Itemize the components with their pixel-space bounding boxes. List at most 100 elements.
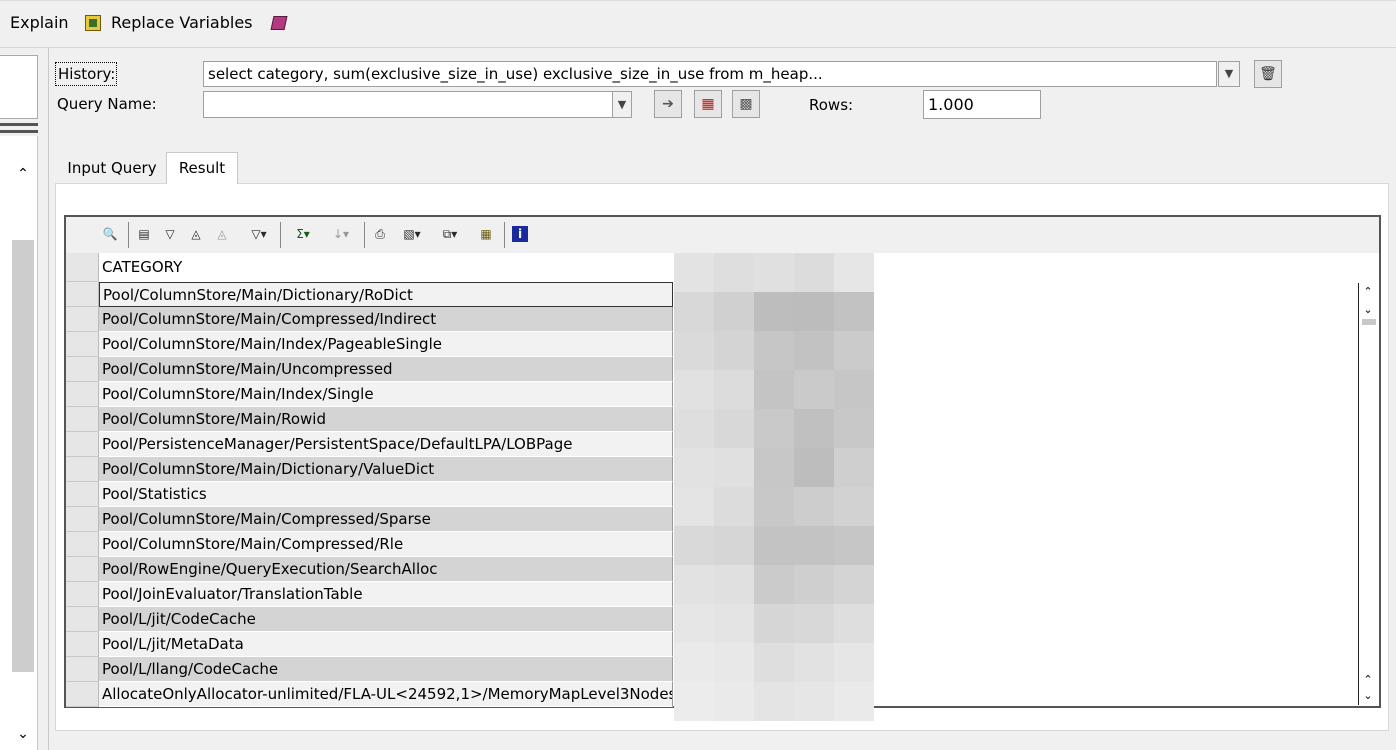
table-row[interactable]: Pool/JoinEvaluator/TranslationTable bbox=[99, 582, 673, 607]
row-header[interactable] bbox=[66, 482, 99, 507]
scrollbar-thumb[interactable] bbox=[1362, 319, 1376, 325]
binoculars-next-icon[interactable]: ◬ bbox=[214, 226, 230, 242]
row-header[interactable] bbox=[66, 457, 99, 482]
redacted-block bbox=[794, 448, 834, 487]
row-header[interactable] bbox=[66, 332, 99, 357]
redacted-block bbox=[834, 292, 874, 331]
splitter-handle[interactable] bbox=[0, 130, 38, 133]
redacted-block bbox=[674, 487, 714, 526]
chevron-down-icon[interactable]: ▼ bbox=[1218, 61, 1240, 87]
table-row[interactable]: Pool/ColumnStore/Main/Index/Single bbox=[99, 382, 673, 407]
redacted-block bbox=[834, 370, 874, 409]
row-header[interactable] bbox=[66, 357, 99, 382]
chevron-up-icon[interactable]: ⌃ bbox=[12, 166, 34, 186]
row-header[interactable] bbox=[66, 382, 99, 407]
redacted-block bbox=[754, 643, 794, 682]
history-combobox[interactable]: select category, sum(exclusive_size_in_u… bbox=[203, 61, 1217, 87]
table-row[interactable]: Pool/ColumnStore/Main/Rowid bbox=[99, 407, 673, 432]
redacted-block bbox=[714, 253, 754, 292]
row-header[interactable] bbox=[66, 407, 99, 432]
save-as-button[interactable]: ▩ bbox=[732, 90, 760, 118]
explain-button[interactable]: Explain bbox=[10, 13, 69, 32]
chevron-down-icon[interactable]: ⌄ bbox=[1360, 689, 1376, 703]
row-header[interactable] bbox=[66, 432, 99, 457]
save-query-button[interactable]: ▦ bbox=[694, 90, 722, 118]
table-row[interactable]: Pool/L/jit/CodeCache bbox=[99, 607, 673, 632]
grid-vertical-scrollbar[interactable] bbox=[1358, 283, 1378, 705]
chevron-up-icon[interactable]: ⌃ bbox=[1360, 285, 1376, 299]
row-header[interactable] bbox=[66, 657, 99, 682]
redacted-block bbox=[754, 370, 794, 409]
left-scrollbar-thumb[interactable] bbox=[12, 240, 34, 672]
table-row[interactable]: Pool/ColumnStore/Main/Index/PageableSing… bbox=[99, 332, 673, 357]
tab-result[interactable]: Result bbox=[166, 152, 238, 184]
filter-dropdown-icon[interactable]: ▽▾ bbox=[246, 226, 272, 242]
open-icon: ➔ bbox=[662, 96, 674, 112]
row-header[interactable] bbox=[66, 532, 99, 557]
table-row[interactable]: Pool/RowEngine/QueryExecution/SearchAllo… bbox=[99, 557, 673, 582]
redacted-block bbox=[794, 409, 834, 448]
redacted-block bbox=[834, 604, 874, 643]
column-header-category[interactable]: CATEGORY bbox=[99, 253, 673, 282]
book-icon[interactable] bbox=[270, 16, 288, 30]
redacted-block bbox=[754, 409, 794, 448]
table-row[interactable]: Pool/L/llang/CodeCache bbox=[99, 657, 673, 682]
redacted-block bbox=[754, 604, 794, 643]
table-row[interactable]: Pool/PersistenceManager/PersistentSpace/… bbox=[99, 432, 673, 457]
replace-variables-button[interactable]: Replace Variables bbox=[111, 13, 253, 32]
table-row[interactable]: Pool/ColumnStore/Main/Compressed/Indirec… bbox=[99, 307, 673, 332]
redacted-block bbox=[674, 409, 714, 448]
redacted-block bbox=[714, 526, 754, 565]
row-header[interactable] bbox=[66, 582, 99, 607]
toolbar-separator bbox=[504, 222, 505, 248]
row-header[interactable] bbox=[66, 607, 99, 632]
table-row[interactable]: Pool/ColumnStore/Main/Compressed/Rle bbox=[99, 532, 673, 557]
table-row[interactable]: Pool/ColumnStore/Main/Uncompressed bbox=[99, 357, 673, 382]
row-header[interactable] bbox=[66, 282, 99, 307]
find-icon[interactable]: 🔍 bbox=[102, 226, 118, 242]
redacted-block bbox=[714, 565, 754, 604]
print-preview-icon[interactable]: ▤ bbox=[136, 226, 152, 242]
variables-icon[interactable] bbox=[85, 15, 101, 31]
row-header[interactable] bbox=[66, 507, 99, 532]
copy-dropdown-icon[interactable]: ⧉▾ bbox=[436, 226, 464, 242]
chevron-down-icon[interactable]: ⌄ bbox=[1360, 303, 1376, 317]
redacted-block bbox=[794, 331, 834, 370]
chevron-down-icon[interactable]: ⌄ bbox=[12, 726, 34, 746]
binoculars-icon[interactable]: ◬ bbox=[188, 226, 204, 242]
table-row[interactable]: Pool/L/jit/MetaData bbox=[99, 632, 673, 657]
row-header[interactable] bbox=[66, 557, 99, 582]
print-icon[interactable]: ⎙ bbox=[372, 226, 388, 242]
query-name-input[interactable] bbox=[203, 91, 613, 118]
table-row[interactable]: Pool/Statistics bbox=[99, 482, 673, 507]
redacted-block bbox=[834, 409, 874, 448]
redacted-block bbox=[674, 448, 714, 487]
redacted-block bbox=[674, 682, 714, 721]
table-row[interactable]: Pool/ColumnStore/Main/Dictionary/ValueDi… bbox=[99, 457, 673, 482]
rows-input[interactable]: 1.000 bbox=[923, 90, 1041, 119]
splitter-handle[interactable] bbox=[0, 123, 38, 126]
redacted-block bbox=[674, 331, 714, 370]
row-header[interactable] bbox=[66, 682, 99, 707]
chevron-up-icon[interactable]: ⌃ bbox=[1360, 673, 1376, 687]
redacted-block bbox=[794, 526, 834, 565]
export-dropdown-icon[interactable]: ▧▾ bbox=[398, 226, 426, 242]
info-icon[interactable]: i bbox=[512, 226, 528, 242]
table-row[interactable]: Pool/ColumnStore/Main/Dictionary/RoDict bbox=[99, 282, 673, 307]
delete-history-button[interactable]: 🗑 bbox=[1254, 60, 1282, 88]
chevron-down-icon[interactable]: ▼ bbox=[612, 91, 632, 118]
toolbar-separator bbox=[364, 222, 365, 248]
tab-input-query[interactable]: Input Query bbox=[58, 154, 166, 184]
sum-dropdown-icon[interactable]: Σ▾ bbox=[290, 226, 316, 242]
filter-icon[interactable]: ▽ bbox=[162, 226, 178, 242]
grid-empty-area bbox=[870, 253, 1379, 706]
sort-dropdown-icon[interactable]: ↓▾ bbox=[328, 226, 354, 242]
row-header[interactable] bbox=[66, 632, 99, 657]
table-row[interactable]: Pool/ColumnStore/Main/Compressed/Sparse bbox=[99, 507, 673, 532]
table-icon[interactable]: ▦ bbox=[478, 226, 494, 242]
table-row[interactable]: AllocateOnlyAllocator-unlimited/FLA-UL<2… bbox=[99, 682, 673, 707]
redacted-block bbox=[714, 643, 754, 682]
redacted-block bbox=[794, 565, 834, 604]
open-query-button[interactable]: ➔ bbox=[654, 90, 682, 118]
row-header[interactable] bbox=[66, 307, 99, 332]
